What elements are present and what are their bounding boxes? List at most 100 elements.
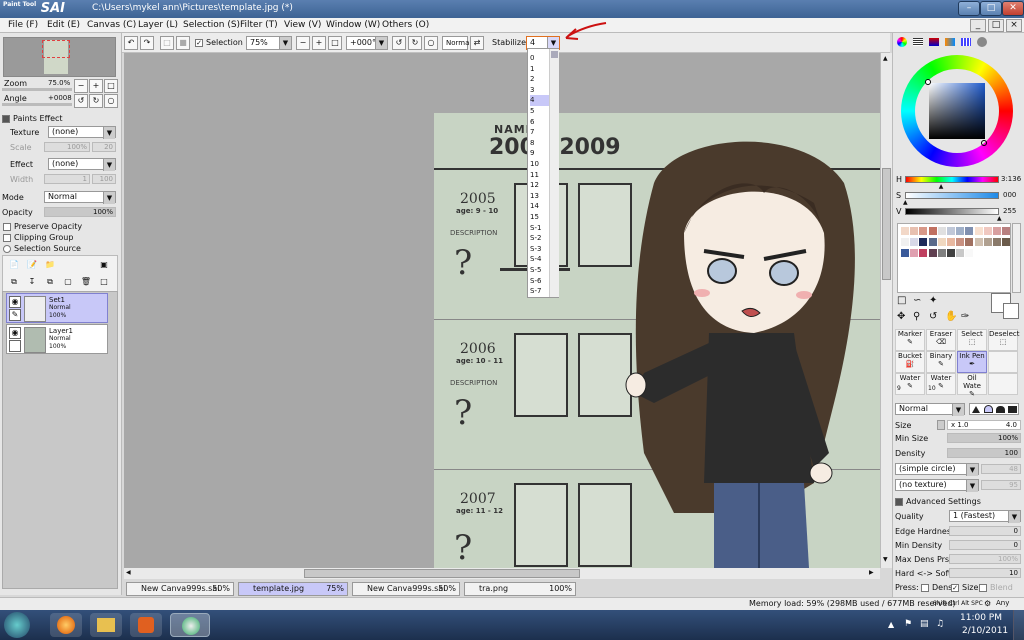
menu-layer[interactable]: Layer (L)	[138, 20, 178, 30]
rotate-tool-icon[interactable]: ↺	[929, 311, 937, 322]
effect-select[interactable]: (none) ▼	[48, 158, 116, 171]
media-player-taskbar-button[interactable]	[130, 613, 162, 637]
selection-source-checkbox[interactable]	[3, 244, 11, 253]
swatches-mode-icon[interactable]	[961, 38, 971, 46]
new-folder-icon[interactable]: 📁	[43, 259, 57, 273]
zoom-reset-button[interactable]: □	[104, 79, 118, 93]
dropdown-scrollbar[interactable]	[549, 49, 559, 297]
move-icon[interactable]: ✥	[897, 311, 905, 322]
new-layer-icon[interactable]: 📄	[7, 259, 21, 273]
tip-shape-icon[interactable]	[972, 406, 980, 413]
scroll-up-icon[interactable]: ▲	[883, 55, 888, 62]
color-swatch[interactable]	[947, 238, 955, 246]
copy-layer-icon[interactable]: ⧉	[7, 276, 21, 290]
min-density-slider[interactable]: 0	[949, 540, 1021, 550]
color-picker-handle[interactable]	[925, 79, 931, 85]
color-swatch[interactable]	[965, 227, 974, 235]
apply-mask-icon[interactable]: □	[97, 276, 111, 290]
value-thumb-icon[interactable]: ▲	[997, 215, 1002, 222]
toolbar-rotate-left-button[interactable]: ↺	[392, 36, 406, 50]
color-swatch[interactable]	[937, 238, 946, 246]
color-swatch[interactable]	[928, 238, 937, 246]
new-linework-layer-icon[interactable]: 📝	[25, 259, 39, 273]
tool-slot[interactable]: Marker ✎	[895, 329, 925, 351]
zoom-out-button[interactable]: −	[74, 79, 88, 93]
navigator-viewport[interactable]	[42, 40, 70, 58]
color-swatch[interactable]	[937, 249, 946, 257]
tray-flag-icon[interactable]: ⚑	[904, 619, 912, 629]
color-swatch[interactable]	[1002, 238, 1011, 246]
density-slider[interactable]: 100	[947, 448, 1021, 458]
width-slider[interactable]: 1	[44, 174, 90, 184]
press-blend-option[interactable]: Blend	[979, 583, 1013, 592]
eye-icon[interactable]: ◉	[9, 327, 21, 339]
edge-hardness-slider[interactable]: 0	[949, 526, 1021, 536]
secondary-color-swatch[interactable]	[1003, 303, 1019, 319]
color-swatch[interactable]	[901, 238, 909, 246]
press-dens-checkbox[interactable]	[921, 583, 929, 592]
preserve-opacity-option[interactable]: Preserve Opacity	[3, 222, 82, 231]
value-slider[interactable]: ▲	[905, 208, 1002, 222]
menu-edit[interactable]: Edit (E)	[47, 20, 80, 30]
toolbar-rotate-right-button[interactable]: ↻	[408, 36, 422, 50]
start-button[interactable]	[4, 612, 30, 638]
menu-window[interactable]: Window (W)	[326, 20, 380, 30]
navigator-preview[interactable]	[3, 37, 116, 77]
layer-mask-icon[interactable]: ▣	[97, 259, 111, 273]
horizontal-scroll-thumb[interactable]	[304, 569, 580, 578]
delete-layer-icon[interactable]: 🗑	[79, 276, 93, 290]
saturation-thumb-icon[interactable]: ▲	[903, 199, 908, 206]
tray-network-icon[interactable]: ▤	[920, 619, 929, 629]
blend-mode-field[interactable]: Normal	[442, 36, 471, 50]
tool-slot[interactable]: Select ⬚	[957, 329, 987, 351]
saturation-slider[interactable]: ▲	[903, 192, 999, 206]
brush-mode-select[interactable]: Normal ▼	[895, 403, 965, 416]
brush-tip-shapes[interactable]	[969, 403, 1019, 415]
pencil-icon[interactable]: ✎	[9, 309, 21, 321]
tool-slot[interactable]: Water ✎ 10	[926, 373, 956, 395]
merge-down-icon[interactable]: ↧	[25, 276, 39, 290]
advanced-settings-header[interactable]: Advanced Settings	[895, 497, 981, 506]
color-wheel[interactable]	[901, 55, 1013, 167]
doc-minimize-button[interactable]: _	[970, 19, 986, 32]
quality-select[interactable]: 1 (Fastest) ▼	[949, 510, 1021, 523]
stabilizer-dropdown[interactable]: 0 1 2 3 4 5 6 7 8 9 10 11 12 13 14 15 S-1 S-2 S-3 S-4 S-5 S-6…	[527, 48, 559, 298]
swatch-scrollbar[interactable]	[1012, 223, 1021, 293]
vertical-scroll-thumb[interactable]	[882, 168, 891, 280]
preserve-opacity-checkbox[interactable]	[3, 222, 11, 231]
menu-view[interactable]: View (V)	[284, 20, 321, 30]
texture-select[interactable]: (none) ▼	[48, 126, 116, 139]
paint-tool-sai-taskbar-button[interactable]	[170, 613, 210, 637]
hard-soft-slider[interactable]: 10	[949, 568, 1021, 578]
tool-slot[interactable]: Eraser ⌫	[926, 329, 956, 351]
color-swatch[interactable]	[947, 227, 955, 235]
clear-layer-icon[interactable]: ▢	[61, 276, 75, 290]
horizontal-scrollbar[interactable]: ◀ ▶	[124, 568, 880, 579]
size-field[interactable]: x 1.0 4.0	[947, 420, 1021, 430]
layer-item-layer1[interactable]: ◉ Layer1 Normal 100%	[6, 324, 108, 354]
canvas-area[interactable]: NAME 2003-2009 2005 age: 9 - 10 DESCRIPT…	[124, 53, 880, 568]
clock-time[interactable]: 11:00 PM	[960, 613, 1002, 623]
vertical-scrollbar[interactable]: ▲ ▼	[880, 53, 892, 568]
document-tab[interactable]: tra.png 100%	[464, 582, 576, 596]
document-tab-active[interactable]: template.jpg 75%	[238, 582, 348, 596]
doc-close-button[interactable]: ×	[1006, 19, 1022, 32]
color-swatch[interactable]	[937, 227, 946, 235]
clipping-group-checkbox[interactable]	[3, 233, 11, 242]
color-swatch[interactable]	[919, 238, 928, 246]
shape-strength[interactable]: 48	[981, 464, 1021, 474]
scroll-thumb[interactable]	[551, 51, 558, 58]
size-multiplier-button[interactable]	[937, 420, 945, 430]
color-swatch[interactable]	[910, 227, 919, 235]
menu-filter[interactable]: Filter (T)	[240, 20, 278, 30]
rgb-slider-mode-icon[interactable]	[913, 38, 923, 46]
maximize-button[interactable]: □	[980, 1, 1002, 16]
color-swatch[interactable]	[993, 227, 1001, 235]
lock-toggle[interactable]	[9, 340, 21, 352]
color-swatch[interactable]	[956, 249, 965, 257]
press-size-option[interactable]: ✓ Size	[951, 583, 978, 592]
color-swatch[interactable]	[974, 238, 983, 246]
color-swatch[interactable]	[928, 227, 937, 235]
angle-slider[interactable]	[2, 103, 72, 106]
color-swatch[interactable]	[965, 238, 974, 246]
